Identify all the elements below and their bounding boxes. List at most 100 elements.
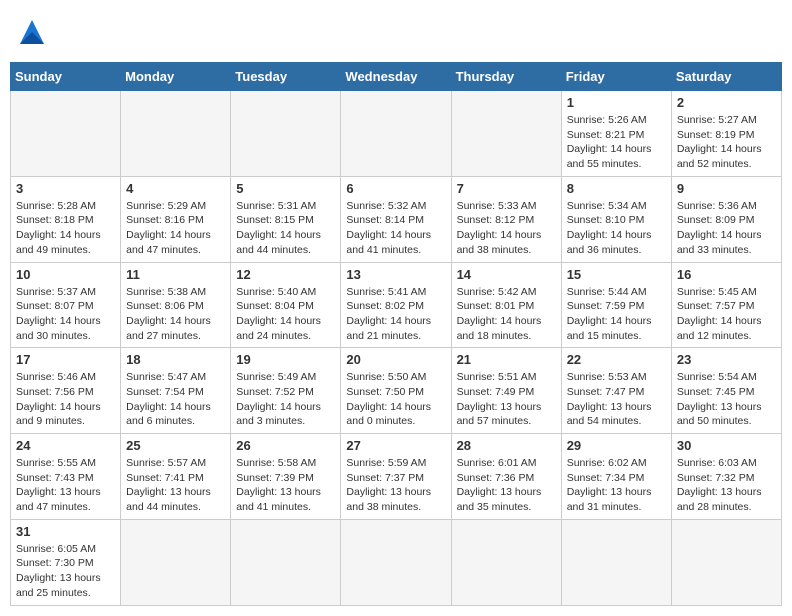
weekday-header-sunday: Sunday (11, 63, 121, 91)
day-info: Sunrise: 5:47 AM Sunset: 7:54 PM Dayligh… (126, 370, 225, 429)
calendar-cell-empty (231, 91, 341, 177)
calendar-cell-26: 26 Sunrise: 5:58 AM Sunset: 7:39 PM Dayli… (231, 434, 341, 520)
calendar-cell-empty (671, 519, 781, 605)
day-info: Sunrise: 5:40 AM Sunset: 8:04 PM Dayligh… (236, 285, 335, 344)
day-number: 2 (677, 95, 776, 110)
calendar-cell-31: 31 Sunrise: 6:05 AM Sunset: 7:30 PM Dayli… (11, 519, 121, 605)
calendar-cell-6: 6Sunrise: 5:32 AM Sunset: 8:14 PM Daylig… (341, 176, 451, 262)
calendar-cell-24: 24 Sunrise: 5:55 AM Sunset: 7:43 PM Dayli… (11, 434, 121, 520)
day-number: 7 (457, 181, 556, 196)
calendar-cell-21: 21 Sunrise: 5:51 AM Sunset: 7:49 PM Dayli… (451, 348, 561, 434)
day-info: Sunrise: 5:57 AM Sunset: 7:41 PM Dayligh… (126, 456, 225, 515)
calendar-cell-19: 19 Sunrise: 5:49 AM Sunset: 7:52 PM Dayli… (231, 348, 341, 434)
day-info: Sunrise: 6:02 AM Sunset: 7:34 PM Dayligh… (567, 456, 666, 515)
day-number: 18 (126, 352, 225, 367)
weekday-header-friday: Friday (561, 63, 671, 91)
day-info: Sunrise: 5:54 AM Sunset: 7:45 PM Dayligh… (677, 370, 776, 429)
day-number: 24 (16, 438, 115, 453)
day-info: Sunrise: 6:03 AM Sunset: 7:32 PM Dayligh… (677, 456, 776, 515)
calendar-cell-18: 18 Sunrise: 5:47 AM Sunset: 7:54 PM Dayli… (121, 348, 231, 434)
weekday-header-tuesday: Tuesday (231, 63, 341, 91)
calendar-cell-13: 13 Sunrise: 5:41 AM Sunset: 8:02 PM Dayli… (341, 262, 451, 348)
day-info: Sunrise: 6:01 AM Sunset: 7:36 PM Dayligh… (457, 456, 556, 515)
calendar-cell-empty (451, 519, 561, 605)
day-info: Sunrise: 5:51 AM Sunset: 7:49 PM Dayligh… (457, 370, 556, 429)
page-header (10, 10, 782, 54)
week-row-6: 31 Sunrise: 6:05 AM Sunset: 7:30 PM Dayli… (11, 519, 782, 605)
calendar-cell-16: 16 Sunrise: 5:45 AM Sunset: 7:57 PM Dayli… (671, 262, 781, 348)
calendar-cell-empty (121, 91, 231, 177)
day-info: Sunrise: 5:26 AM Sunset: 8:21 PM Dayligh… (567, 113, 666, 172)
week-row-5: 24 Sunrise: 5:55 AM Sunset: 7:43 PM Dayli… (11, 434, 782, 520)
logo (14, 16, 48, 48)
calendar-cell-27: 27Sunrise: 5:59 AM Sunset: 7:37 PM Dayli… (341, 434, 451, 520)
day-info: Sunrise: 5:41 AM Sunset: 8:02 PM Dayligh… (346, 285, 445, 344)
day-number: 19 (236, 352, 335, 367)
calendar-cell-empty (121, 519, 231, 605)
weekday-header-saturday: Saturday (671, 63, 781, 91)
week-row-2: 3 Sunrise: 5:28 AM Sunset: 8:18 PM Daylig… (11, 176, 782, 262)
day-number: 17 (16, 352, 115, 367)
calendar-cell-empty (341, 519, 451, 605)
day-info: Sunrise: 5:38 AM Sunset: 8:06 PM Dayligh… (126, 285, 225, 344)
day-info: Sunrise: 5:58 AM Sunset: 7:39 PM Dayligh… (236, 456, 335, 515)
calendar-cell-empty (561, 519, 671, 605)
day-number: 11 (126, 267, 225, 282)
day-info: Sunrise: 5:50 AM Sunset: 7:50 PM Dayligh… (346, 370, 445, 429)
day-number: 29 (567, 438, 666, 453)
day-number: 21 (457, 352, 556, 367)
day-number: 22 (567, 352, 666, 367)
day-info: Sunrise: 5:53 AM Sunset: 7:47 PM Dayligh… (567, 370, 666, 429)
day-info: Sunrise: 5:45 AM Sunset: 7:57 PM Dayligh… (677, 285, 776, 344)
calendar-cell-11: 11 Sunrise: 5:38 AM Sunset: 8:06 PM Dayli… (121, 262, 231, 348)
day-number: 31 (16, 524, 115, 539)
day-number: 20 (346, 352, 445, 367)
header-row: SundayMondayTuesdayWednesdayThursdayFrid… (11, 63, 782, 91)
day-number: 6 (346, 181, 445, 196)
calendar-cell-empty (341, 91, 451, 177)
day-info: Sunrise: 5:55 AM Sunset: 7:43 PM Dayligh… (16, 456, 115, 515)
day-number: 16 (677, 267, 776, 282)
day-info: Sunrise: 5:33 AM Sunset: 8:12 PM Dayligh… (457, 199, 556, 258)
calendar-cell-12: 12 Sunrise: 5:40 AM Sunset: 8:04 PM Dayli… (231, 262, 341, 348)
calendar-cell-9: 9Sunrise: 5:36 AM Sunset: 8:09 PM Daylig… (671, 176, 781, 262)
day-number: 9 (677, 181, 776, 196)
calendar-cell-23: 23 Sunrise: 5:54 AM Sunset: 7:45 PM Dayli… (671, 348, 781, 434)
day-number: 1 (567, 95, 666, 110)
weekday-header-wednesday: Wednesday (341, 63, 451, 91)
calendar-cell-28: 28Sunrise: 6:01 AM Sunset: 7:36 PM Dayli… (451, 434, 561, 520)
day-info: Sunrise: 5:28 AM Sunset: 8:18 PM Dayligh… (16, 199, 115, 258)
calendar-cell-empty (231, 519, 341, 605)
day-number: 12 (236, 267, 335, 282)
day-info: Sunrise: 6:05 AM Sunset: 7:30 PM Dayligh… (16, 542, 115, 601)
day-info: Sunrise: 5:49 AM Sunset: 7:52 PM Dayligh… (236, 370, 335, 429)
calendar-cell-22: 22 Sunrise: 5:53 AM Sunset: 7:47 PM Dayli… (561, 348, 671, 434)
week-row-1: 1 Sunrise: 5:26 AM Sunset: 8:21 PM Daylig… (11, 91, 782, 177)
week-row-4: 17Sunrise: 5:46 AM Sunset: 7:56 PM Dayli… (11, 348, 782, 434)
day-info: Sunrise: 5:37 AM Sunset: 8:07 PM Dayligh… (16, 285, 115, 344)
calendar-cell-empty (11, 91, 121, 177)
week-row-3: 10Sunrise: 5:37 AM Sunset: 8:07 PM Dayli… (11, 262, 782, 348)
day-number: 13 (346, 267, 445, 282)
day-number: 26 (236, 438, 335, 453)
calendar-cell-empty (451, 91, 561, 177)
day-number: 23 (677, 352, 776, 367)
day-info: Sunrise: 5:27 AM Sunset: 8:19 PM Dayligh… (677, 113, 776, 172)
day-number: 14 (457, 267, 556, 282)
day-number: 8 (567, 181, 666, 196)
day-info: Sunrise: 5:34 AM Sunset: 8:10 PM Dayligh… (567, 199, 666, 258)
calendar-cell-3: 3 Sunrise: 5:28 AM Sunset: 8:18 PM Daylig… (11, 176, 121, 262)
day-number: 3 (16, 181, 115, 196)
calendar-cell-29: 29 Sunrise: 6:02 AM Sunset: 7:34 PM Dayli… (561, 434, 671, 520)
calendar-table: SundayMondayTuesdayWednesdayThursdayFrid… (10, 62, 782, 606)
weekday-header-monday: Monday (121, 63, 231, 91)
day-info: Sunrise: 5:42 AM Sunset: 8:01 PM Dayligh… (457, 285, 556, 344)
weekday-header-thursday: Thursday (451, 63, 561, 91)
calendar-cell-25: 25Sunrise: 5:57 AM Sunset: 7:41 PM Dayli… (121, 434, 231, 520)
day-number: 4 (126, 181, 225, 196)
calendar-cell-1: 1 Sunrise: 5:26 AM Sunset: 8:21 PM Daylig… (561, 91, 671, 177)
calendar-cell-17: 17Sunrise: 5:46 AM Sunset: 7:56 PM Dayli… (11, 348, 121, 434)
calendar-cell-5: 5Sunrise: 5:31 AM Sunset: 8:15 PM Daylig… (231, 176, 341, 262)
logo-icon (16, 16, 48, 48)
day-info: Sunrise: 5:44 AM Sunset: 7:59 PM Dayligh… (567, 285, 666, 344)
